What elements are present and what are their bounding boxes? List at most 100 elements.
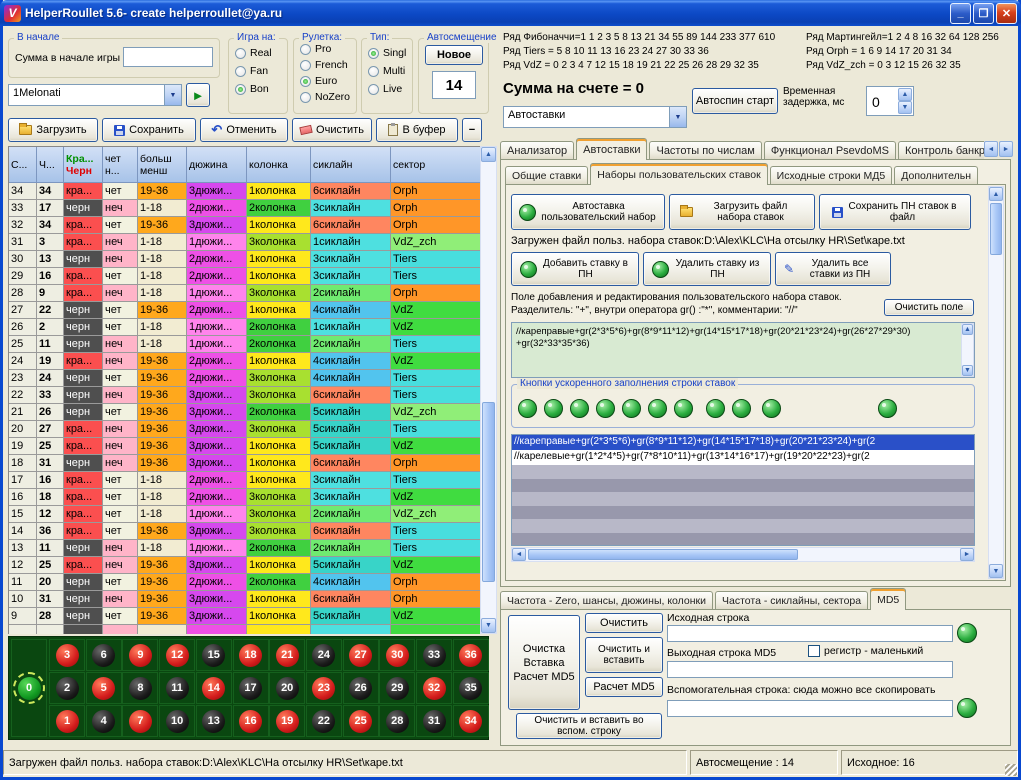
new-number-button[interactable]: Новое: [425, 45, 483, 65]
table-row[interactable]: 1925кра...неч19-363дюжи...1колонка5сикла…: [9, 438, 480, 455]
radio-french[interactable]: French: [300, 59, 348, 71]
bet-edit-field[interactable]: //кареправые+gr(2*3*5*6)+gr(8*9*11*12)+g…: [511, 322, 975, 378]
edit-field-scrollbar[interactable]: ▲ ▼: [961, 323, 974, 377]
tab-number-frequencies[interactable]: Частоты по числам: [649, 141, 761, 160]
checkbox-icon[interactable]: [808, 645, 820, 657]
roulette-cell[interactable]: 20: [269, 672, 305, 704]
bets-list[interactable]: //кареправые+gr(2*3*5*6)+gr(8*9*11*12)+g…: [511, 434, 975, 546]
roulette-cell[interactable]: 24: [306, 639, 342, 671]
md5-calc-button[interactable]: Расчет MD5: [585, 677, 663, 697]
table-row[interactable]: 1311черннеч1-181дюжи...2колонка2сиклайнT…: [9, 540, 480, 557]
table-row[interactable]: 3234кра...чет19-363дюжи...1колонка6сикла…: [9, 217, 480, 234]
radio-fan[interactable]: Fan: [235, 65, 268, 77]
roulette-cell[interactable]: 21: [269, 639, 305, 671]
roulette-cell[interactable]: 29: [379, 672, 415, 704]
roulette-cell[interactable]: 33: [416, 639, 452, 671]
list-scrollbar-thumb[interactable]: [528, 549, 798, 560]
tab-autobets[interactable]: Автоставки: [576, 138, 647, 160]
roulette-cell[interactable]: 17: [233, 672, 269, 704]
md5-big-button[interactable]: Очистка Вставка Расчет MD5: [508, 615, 580, 710]
roulette-cell[interactable]: 6: [86, 639, 122, 671]
table-row[interactable]: 1512кра...чет1-181дюжи...3колонка2сиклай…: [9, 506, 480, 523]
table-row[interactable]: 1618кра...чет1-182дюжи...3колонка3сиклай…: [9, 489, 480, 506]
scroll-up-icon[interactable]: ▲: [989, 187, 1003, 201]
md5-clear-insert-button[interactable]: Очистить и вставить: [585, 637, 663, 673]
roulette-cell[interactable]: 12: [159, 639, 195, 671]
table-header-cell[interactable]: большменш: [138, 147, 187, 183]
radio-singl[interactable]: Singl: [368, 47, 406, 59]
list-h-scrollbar[interactable]: ◄ ►: [511, 547, 975, 562]
tab-scroll-right-icon[interactable]: ►: [999, 141, 1013, 157]
bets-list-item[interactable]: //кареправые+gr(2*3*5*6)+gr(8*9*11*12)+g…: [512, 435, 974, 450]
scroll-down-icon[interactable]: ▼: [962, 365, 973, 376]
scroll-left-icon[interactable]: ◄: [512, 548, 526, 561]
roulette-cell[interactable]: 35: [453, 672, 489, 704]
load-bet-set-button[interactable]: Загрузить файл набора ставок: [669, 194, 815, 230]
roulette-cell[interactable]: 25: [343, 705, 379, 737]
table-row[interactable]: 1831черннеч19-363дюжи...1колонка6сиклайн…: [9, 455, 480, 472]
tab-freq-sixlines[interactable]: Частота - сиклайны, сектора: [715, 591, 868, 610]
roulette-cell[interactable]: 5: [86, 672, 122, 704]
delay-spinner[interactable]: 0 ▲ ▼: [866, 86, 914, 116]
tab-md5[interactable]: MD5: [870, 588, 906, 610]
roulette-cell[interactable]: 10: [159, 705, 195, 737]
table-row[interactable]: 1031черннеч19-363дюжи...1колонка6сиклайн…: [9, 591, 480, 608]
autobet-user-set-button[interactable]: Автоставка пользовательский набор: [511, 194, 665, 230]
roulette-cell[interactable]: 36: [453, 639, 489, 671]
clear-button[interactable]: Очистить: [292, 118, 372, 142]
roulette-cell[interactable]: 15: [196, 639, 232, 671]
roulette-cell[interactable]: 13: [196, 705, 232, 737]
scroll-up-icon[interactable]: ▲: [481, 147, 496, 162]
autobets-combobox[interactable]: Автоставки ▼: [503, 106, 687, 128]
scroll-up-icon[interactable]: ▲: [962, 324, 973, 335]
minus-button[interactable]: −: [462, 118, 482, 142]
table-row[interactable]: 3013черннеч1-182дюжи...1колонка3сиклайнT…: [9, 251, 480, 268]
copy-buffer-button[interactable]: В буфер: [376, 118, 458, 142]
lowercase-checkbox[interactable]: регистр - маленький: [808, 645, 923, 657]
table-scrollbar-thumb[interactable]: [482, 402, 495, 582]
save-button[interactable]: Сохранить: [102, 118, 196, 142]
roulette-cell[interactable]: 27: [343, 639, 379, 671]
tab-freq-chances[interactable]: Частота - Zero, шансы, дюжины, колонки: [500, 591, 713, 610]
md5-aux-action-icon[interactable]: [957, 698, 977, 718]
table-row[interactable]: 313кра...неч1-181дюжи...3колонка1сиклайн…: [9, 234, 480, 251]
table-header-cell[interactable]: сектор: [391, 147, 480, 183]
roulette-cell[interactable]: 3: [49, 639, 85, 671]
quick-fill-button[interactable]: [762, 399, 781, 418]
roulette-cell[interactable]: 16: [233, 705, 269, 737]
scroll-down-icon[interactable]: ▼: [989, 564, 1003, 578]
table-header-cell[interactable]: сиклайн: [311, 147, 391, 183]
clear-field-button[interactable]: Очистить поле: [884, 299, 974, 316]
tab-scroll-left-icon[interactable]: ◄: [984, 141, 998, 157]
table-header-cell[interactable]: С...: [9, 147, 37, 183]
roulette-cell[interactable]: 7: [122, 705, 158, 737]
quick-fill-button[interactable]: [596, 399, 615, 418]
quick-fill-button[interactable]: [732, 399, 751, 418]
md5-source-action-icon[interactable]: [957, 623, 977, 643]
table-header-cell[interactable]: Ч...: [37, 147, 64, 183]
close-button[interactable]: ✕: [996, 3, 1017, 24]
table-row[interactable]: 1120чернчет19-362дюжи...2колонка4сиклайн…: [9, 574, 480, 591]
table-row[interactable]: 289кра...неч1-181дюжи...3колонка2сиклайн…: [9, 285, 480, 302]
tab-bankroll-control[interactable]: Контроль банкро: [898, 141, 984, 160]
radio-multi[interactable]: Multi: [368, 65, 405, 77]
table-row[interactable]: 2027кра...неч19-363дюжи...3колонка5сикла…: [9, 421, 480, 438]
panel-scrollbar[interactable]: ▲ ▼: [988, 186, 1004, 579]
roulette-cell[interactable]: 19: [269, 705, 305, 737]
add-bet-button[interactable]: Добавить ставку в ПН: [511, 252, 639, 286]
tab-general-bets[interactable]: Общие ставки: [505, 166, 588, 185]
radio-euro[interactable]: Euro: [300, 75, 337, 87]
table-row[interactable]: 2419кра...неч19-362дюжи...1колонка4сикла…: [9, 353, 480, 370]
table-row[interactable]: 3434кра...чет19-363дюжи...1колонка6сикла…: [9, 183, 480, 200]
roulette-cell[interactable]: 11: [159, 672, 195, 704]
table-row[interactable]: 3317черннеч1-182дюжи...2колонка3сиклайнO…: [9, 200, 480, 217]
undo-button[interactable]: ↶Отменить: [200, 118, 288, 142]
table-scrollbar[interactable]: ▲ ▼: [480, 146, 497, 634]
delete-all-bets-button[interactable]: ✎ Удалить все ставки из ПН: [775, 252, 891, 286]
panel-scrollbar-thumb[interactable]: [990, 203, 1002, 255]
title-bar[interactable]: V HelperRoullet 5.6- create helperroulle…: [0, 0, 1021, 26]
table-row[interactable]: 1436кра...чет19-363дюжи...3колонка6сикла…: [9, 523, 480, 540]
quick-fill-button[interactable]: [544, 399, 563, 418]
roulette-cell[interactable]: 26: [343, 672, 379, 704]
md5-source-input[interactable]: [667, 625, 953, 642]
